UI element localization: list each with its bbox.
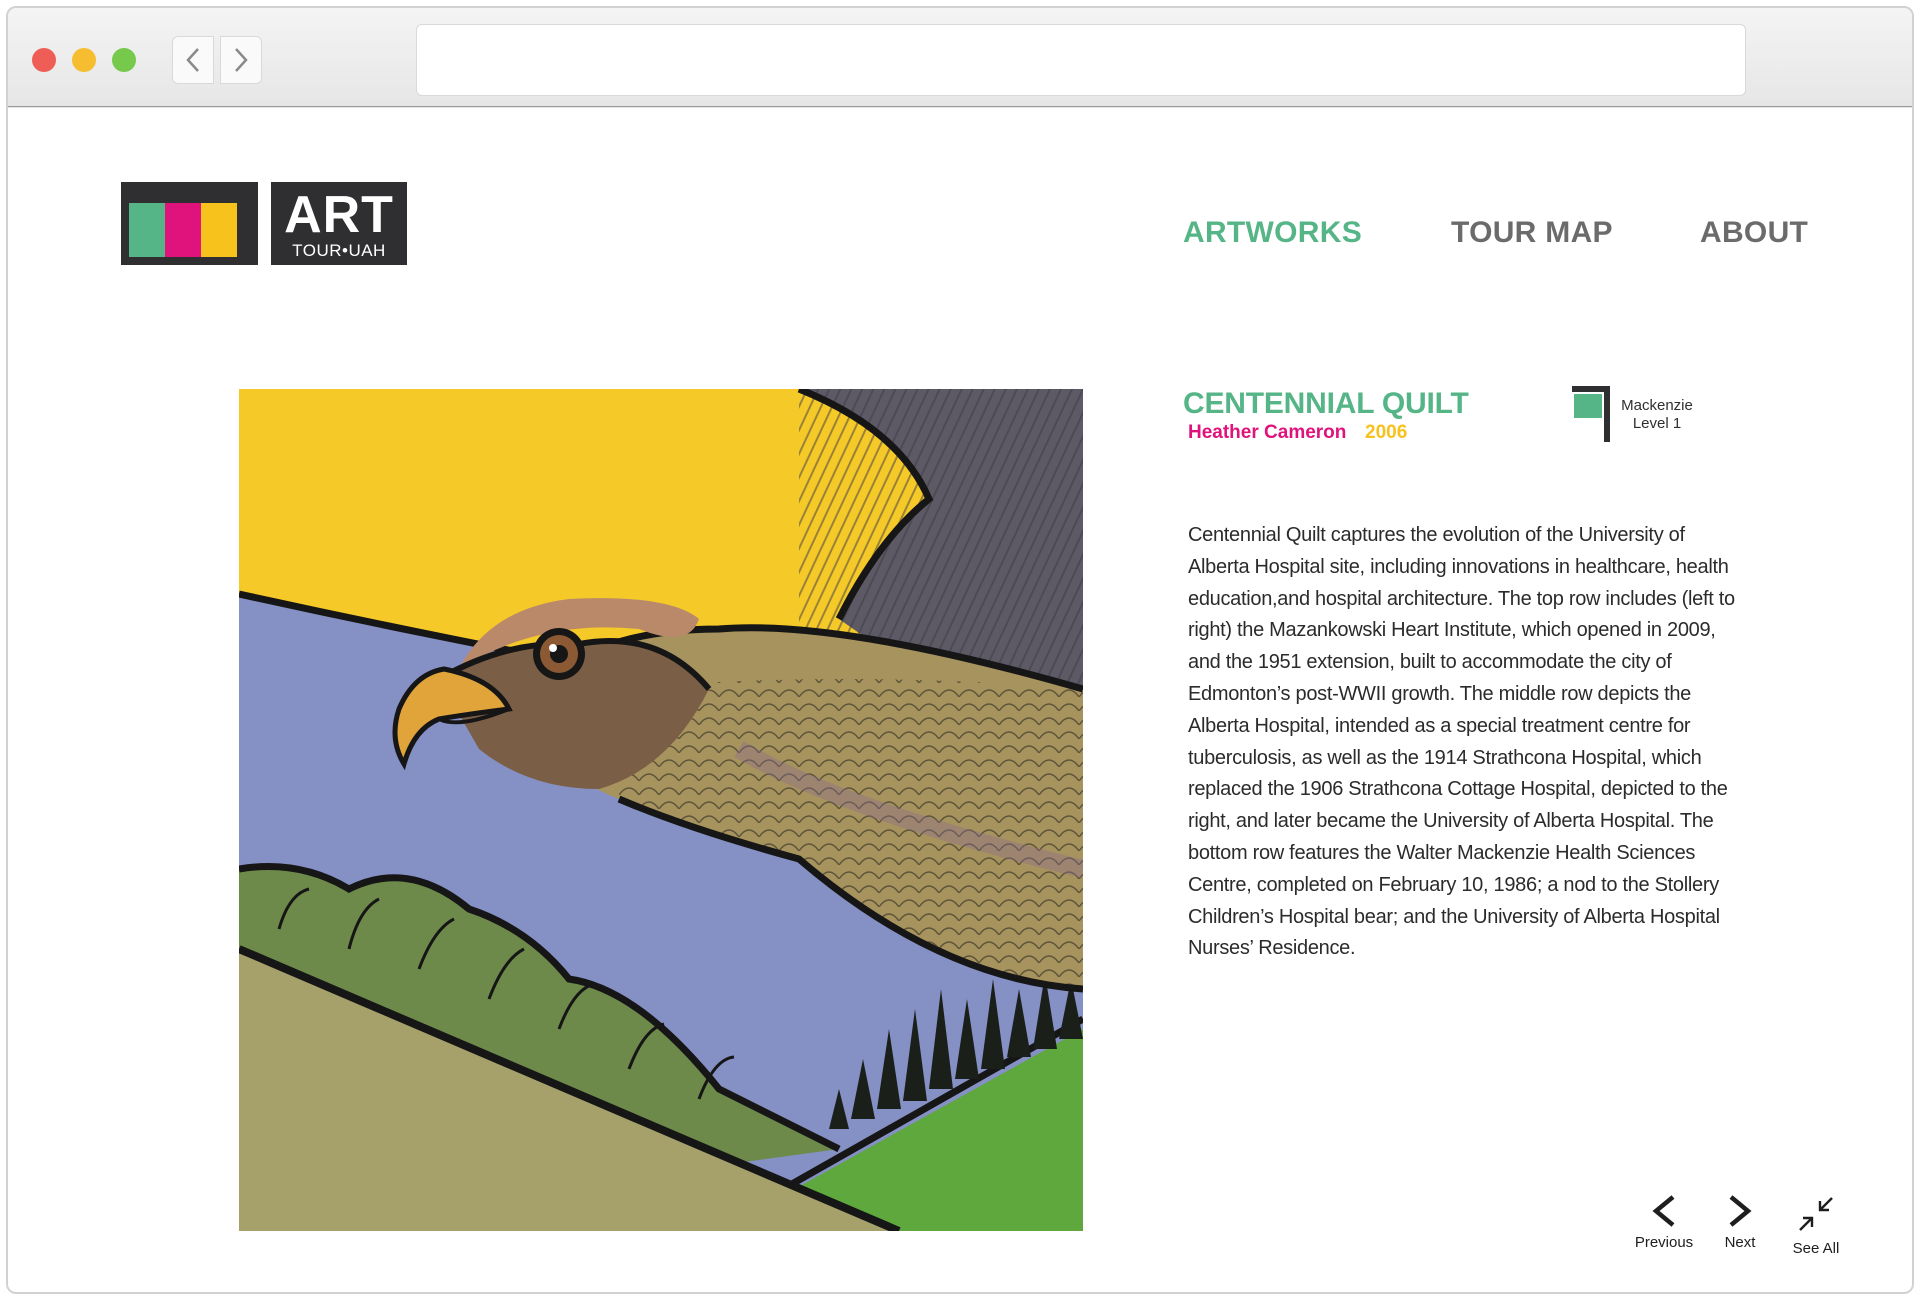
previous-button[interactable]: Previous [1632, 1194, 1696, 1251]
chevron-right-icon [235, 48, 248, 72]
address-bar[interactable] [416, 24, 1746, 96]
browser-toolbar [6, 6, 1914, 108]
artwork-location: Mackenzie Level 1 [1610, 397, 1704, 433]
artwork-title: CENTENNIAL QUILT [1183, 387, 1469, 420]
minimize-window-button[interactable] [72, 48, 96, 72]
location-level: Level 1 [1632, 415, 1682, 432]
see-all-label: See All [1792, 1240, 1840, 1257]
see-all-button[interactable]: See All [1784, 1194, 1848, 1257]
nav-about[interactable]: ABOUT [1700, 216, 1808, 250]
logo-magenta-block [165, 203, 201, 257]
close-window-button[interactable] [32, 48, 56, 72]
chevron-right-icon [1729, 1195, 1752, 1227]
logo-art-text: ART [284, 186, 394, 244]
logo-green-block [129, 203, 165, 257]
artwork-year: 2006 [1365, 422, 1408, 443]
nav-artworks[interactable]: ARTWORKS [1183, 216, 1362, 250]
next-label: Next [1724, 1234, 1756, 1251]
artwork-image [239, 389, 1083, 1231]
artwork-artist: Heather Cameron [1188, 422, 1347, 443]
artwork-description: Centennial Quilt captures the evolution … [1188, 524, 1735, 960]
logo-wordmark[interactable]: ART TOUR•UAH [271, 182, 407, 265]
browser-forward-button[interactable] [220, 36, 262, 84]
logo-subtitle: TOUR•UAH [292, 241, 386, 260]
logo-yellow-block [201, 203, 237, 257]
chevron-left-icon [186, 48, 199, 72]
next-button[interactable]: Next [1712, 1194, 1768, 1251]
nav-tour-map[interactable]: TOUR MAP [1451, 216, 1613, 250]
logo-mark[interactable] [121, 182, 258, 265]
maximize-window-button[interactable] [112, 48, 136, 72]
location-building: Mackenzie [1621, 397, 1693, 414]
chevron-left-icon [1652, 1195, 1675, 1227]
previous-label: Previous [1634, 1234, 1694, 1251]
browser-back-button[interactable] [172, 36, 214, 84]
collapse-icon [1799, 1197, 1833, 1231]
location-icon [1572, 386, 1610, 442]
